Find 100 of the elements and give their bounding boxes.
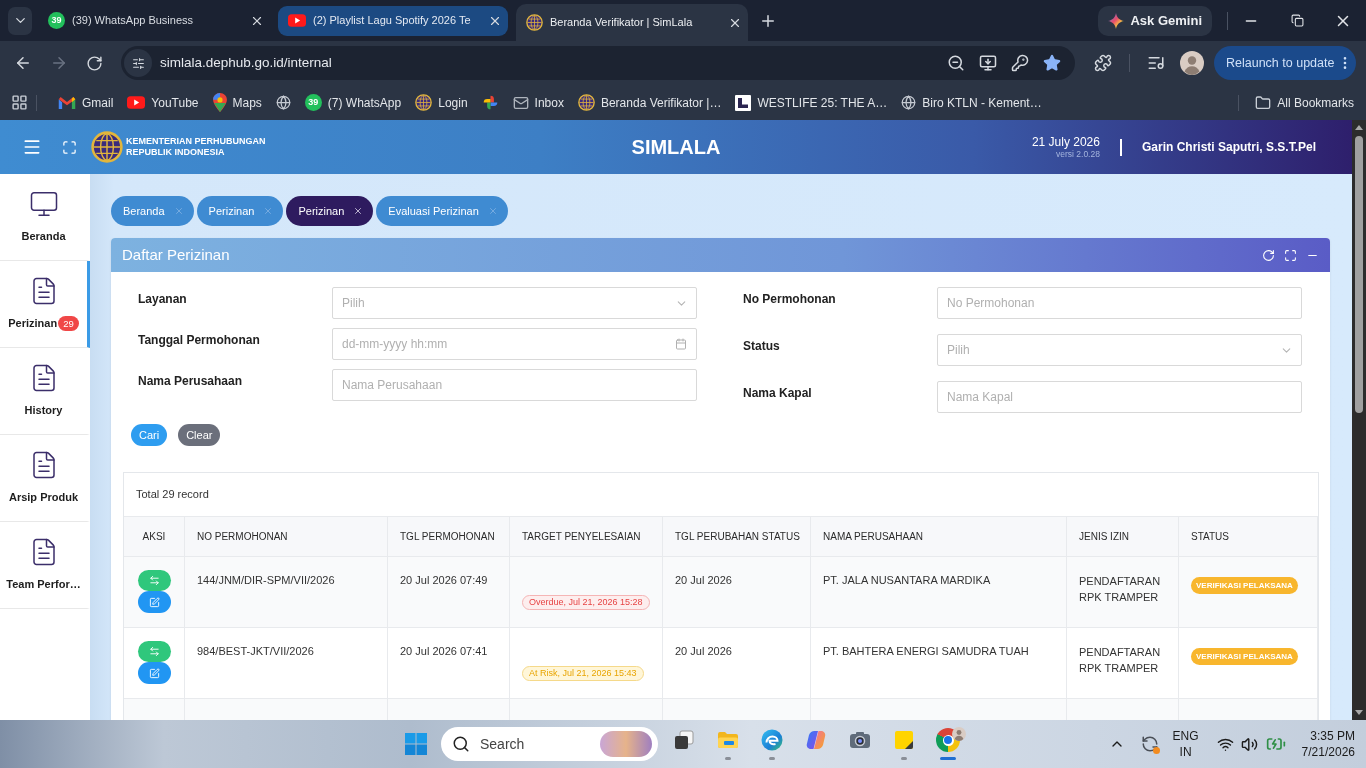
map-pin-icon (212, 93, 227, 112)
current-date: 21 July 2026 (1031, 134, 1100, 149)
column-header: JENIS IZIN (1067, 516, 1179, 556)
table-cell: 144/JNM/DIR-SPM/VII/2026 (185, 556, 388, 627)
version-label: versi 2.0.28 (1056, 148, 1100, 160)
avatar-icon[interactable] (1180, 51, 1204, 75)
bookmark[interactable]: 39 (7) WhatsApp (297, 88, 409, 117)
bookmark[interactable]: YouTube (120, 88, 206, 117)
edit-button[interactable] (137, 662, 171, 684)
edit-icon (148, 596, 160, 608)
record-count: Total 29 record (136, 487, 209, 503)
tab-search-button[interactable] (8, 6, 32, 35)
calendar-icon (675, 338, 687, 350)
deadline-badge: Overdue, Jul 21, 2026 15:28 (522, 595, 650, 610)
column-header: TARGET PENYELESAIAN (510, 516, 663, 556)
page-tab[interactable]: Perizinan (286, 196, 374, 226)
text-field[interactable]: Nama Kapal (937, 381, 1302, 413)
unread-count-badge: 39 (48, 12, 65, 29)
restore-icon[interactable] (1290, 14, 1304, 27)
scrollbar[interactable] (1352, 120, 1366, 720)
swap-arrows-icon (148, 575, 160, 586)
site-info-button[interactable] (124, 49, 152, 77)
table-cell: 20 Jul 2026 (663, 556, 811, 627)
video-play-icon (288, 14, 306, 27)
fullscreen-icon[interactable] (62, 139, 77, 155)
status-badge: VERIFIKASI PELAKSANA (1191, 577, 1298, 594)
folder-icon (1255, 94, 1272, 111)
edit-icon (148, 667, 160, 679)
envelope-logo-icon (58, 95, 76, 110)
running-indicator (901, 757, 907, 760)
column-header: AKSI (124, 516, 185, 556)
column-header: TGL PERUBAHAN STATUS (663, 516, 811, 556)
bookmark-star-icon[interactable] (1043, 54, 1061, 72)
bookmark[interactable]: WESTLIFE 25: THE A… (728, 88, 895, 117)
key-icon[interactable] (1011, 54, 1029, 72)
sticky-note-icon (892, 728, 916, 752)
relaunch-button[interactable]: Relaunch to update (1214, 46, 1357, 80)
bookmark[interactable]: Gmail (51, 88, 121, 117)
table-cell: PT. JALA NUSANTARA MARDIKA (811, 556, 1067, 627)
zoom-out-icon[interactable] (947, 54, 965, 72)
search-box[interactable]: Search (441, 727, 658, 761)
browser-tab[interactable]: 39 (39) WhatsApp Business (38, 5, 270, 36)
text-field[interactable]: No Permohonan (937, 287, 1302, 319)
bookmark[interactable]: Login (408, 88, 475, 117)
swap-arrows-icon (148, 646, 160, 657)
globe-icon (901, 95, 917, 110)
edit-button[interactable] (137, 591, 171, 613)
ministry-emblem-icon (91, 131, 123, 163)
field-label: Status (743, 338, 781, 355)
install-app-icon[interactable] (979, 54, 997, 72)
close-icon[interactable] (353, 206, 364, 216)
sparkle-icon (1108, 12, 1125, 29)
panel-title: Daftar Perizinan (122, 244, 230, 265)
globe-emblem-icon (415, 94, 433, 111)
reload-icon[interactable] (86, 54, 103, 72)
search-icon (452, 735, 470, 753)
date-field[interactable]: dd-mm-yyyy hh:mm (332, 328, 697, 360)
user-name[interactable]: Garin Christi Saputri, S.S.T.Pel (1141, 138, 1316, 156)
text-field[interactable]: Nama Perusahaan (332, 369, 697, 401)
unread-count-badge: 39 (304, 94, 322, 111)
address-bar[interactable]: simlala.dephub.go.id/internal (121, 46, 1075, 80)
clear-button[interactable]: Clear (178, 424, 221, 446)
ask-gemini-button[interactable]: Ask Gemini (1098, 5, 1212, 36)
menu-icon[interactable] (22, 137, 42, 157)
envelope-icon (512, 94, 529, 111)
all-bookmarks-folder[interactable]: All Bookmarks (1249, 93, 1360, 112)
browser-tab[interactable]: (2) Playlist Lagu Spotify 2026 Te (278, 5, 508, 36)
wave-circle-icon (760, 728, 784, 752)
extensions-icon[interactable] (1094, 54, 1112, 72)
expand-icon[interactable] (1284, 248, 1297, 262)
app-title: SIMLALA (631, 135, 721, 160)
clock[interactable]: 3:35 PM 7/21/2026 (1301, 728, 1355, 760)
page-tab[interactable]: Perizinan (196, 196, 284, 226)
apps-grid-icon[interactable] (11, 94, 28, 111)
running-indicator (940, 757, 956, 760)
bookmark[interactable]: Inbox (505, 88, 571, 117)
deadline-badge: At Risk, Jul 21, 2026 15:43 (522, 666, 644, 681)
bookmark[interactable]: Maps (205, 88, 269, 117)
back-icon[interactable] (14, 54, 32, 72)
bookmark[interactable]: Beranda Verifikator |… (570, 88, 729, 117)
language-indicator[interactable]: ENG IN (1172, 728, 1199, 760)
refresh-icon[interactable] (1262, 248, 1275, 262)
square-logo-icon (735, 94, 752, 111)
page-tab[interactable]: Evaluasi Perizinan (376, 196, 508, 226)
running-indicator (769, 757, 775, 760)
field-label: Layanan (138, 291, 188, 308)
bookmark[interactable]: Biro KTLN - Kement… (894, 88, 1049, 117)
browser-tab[interactable]: Beranda Verifikator | SimLala (516, 4, 748, 41)
globe-icon (275, 95, 291, 110)
field-label: Nama Perusahaan (138, 373, 244, 390)
page-tab[interactable]: Beranda (111, 196, 194, 226)
column-header: NO PERMOHONAN (185, 516, 388, 556)
sync-icon[interactable] (1140, 735, 1159, 753)
field-label: Nama Kapal (743, 385, 813, 402)
media-control-icon[interactable] (1147, 54, 1165, 72)
avatar-icon (952, 727, 966, 741)
picture-placeholder (600, 731, 652, 757)
ribbon-logo-icon (804, 728, 828, 752)
volume-icon[interactable] (1240, 735, 1258, 753)
running-indicator (725, 757, 731, 760)
